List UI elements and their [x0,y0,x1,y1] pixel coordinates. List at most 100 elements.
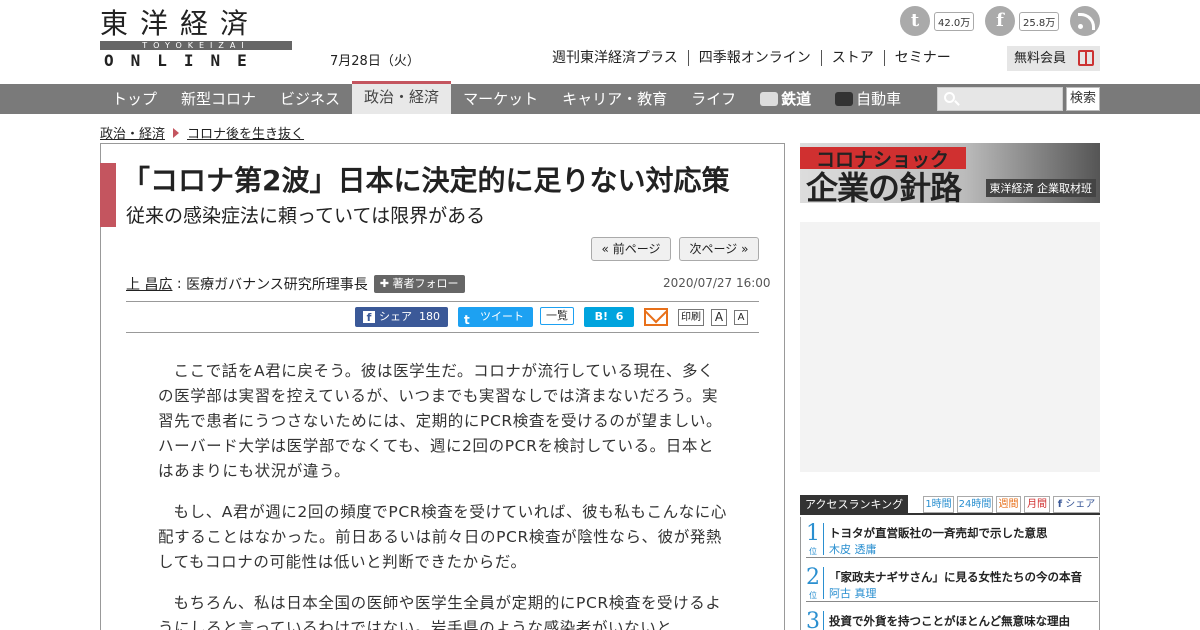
search-button[interactable]: 検索 [1066,87,1100,111]
nav-business[interactable]: ビジネス [268,84,352,114]
author-line: 上 昌広 : 医療ガバナンス研究所理事長 ✚ 著者フォロー [126,274,465,294]
ranking-tab-share[interactable]: f シェア [1053,496,1100,513]
ranking-tab-24h[interactable]: 24時間 [957,496,993,513]
prev-page-button[interactable]: « 前ページ [591,237,671,261]
site-logo[interactable]: 東洋経済 TOYOKEIZAI ONLINE [100,8,292,70]
facebook-icon: f [1057,499,1063,510]
ranking-divider [823,611,824,630]
tweet-list-link[interactable]: 一覧 [540,307,574,325]
twitter-bird-icon: t [464,313,470,327]
ranking-item[interactable]: 1 位 トヨタが直営販社の一斉売却で示した意思 木皮 透庸 [806,520,1098,558]
breadcrumb: 政治・経済 コロナ後を生き抜く [100,123,304,142]
article-subtitle: 従来の感染症法に頼っていては限界がある [126,205,486,227]
ranking-suffix: 位 [809,591,817,600]
nav-career[interactable]: キャリア・教育 [550,84,679,114]
ranking-tab-weekly[interactable]: 週間 [996,496,1021,513]
article-paragraph: ここで話をA君に戻そう。彼は医学生だ。コロナが流行している現在、多くの医学部は実… [158,362,723,480]
ranking-number: 2 [806,565,820,590]
author-role: 医療ガバナンス研究所理事長 [186,277,368,293]
next-page-button[interactable]: 次ページ » [679,237,759,261]
ranking-title: 投資で外貨を持つことがほとんど無意味な理由 [829,614,1071,628]
ranking-tab-monthly[interactable]: 月間 [1024,496,1050,513]
twitter-follow[interactable]: t 42.0万 [900,6,975,36]
ranking-label: アクセスランキング [800,495,909,515]
ranking-item[interactable]: 2 位 「家政夫ナギサさん」に見る女性たちの今の本音 阿古 真理 [806,564,1098,602]
facebook-follow[interactable]: f 25.8万 [985,6,1060,36]
search-input[interactable] [937,87,1063,111]
ranking-tab-share-label: シェア [1065,499,1096,510]
ranking-item[interactable]: 3 投資で外貨を持つことがほとんど無意味な理由 [806,608,1098,630]
nav-railway[interactable]: 鉄道 [748,84,823,114]
tweet-label: ツイート [480,310,524,323]
header-link-seminar[interactable]: セミナー [885,50,961,66]
nav-top[interactable]: トップ [100,84,169,114]
car-icon [835,92,854,106]
breadcrumb-arrow-icon [173,127,180,138]
ranking-number: 1 [806,521,820,546]
hatena-bookmark-button[interactable]: B! 6 [584,307,634,327]
font-size-large-button[interactable]: A [711,309,727,326]
title-accent-bar [100,163,116,227]
ranking-divider [823,567,824,599]
author-separator: : [172,276,187,292]
breadcrumb-series[interactable]: コロナ後を生き抜く [187,123,304,142]
print-button[interactable]: 印刷 [678,309,704,326]
series-banner[interactable]: コロナショック 企業の針路 東洋経済 企業取材班 [800,143,1100,203]
twitter-icon: t [900,6,930,36]
banner-caption: 東洋経済 企業取材班 [985,179,1096,197]
ranking-number: 3 [806,609,820,630]
twitter-count: 42.0万 [934,11,975,31]
author-follow-button[interactable]: ✚ 著者フォロー [373,275,465,293]
gift-icon [1078,50,1094,66]
logo-kanji: 東洋経済 [100,7,261,40]
divider [126,301,759,302]
article-paragraph: もちろん、私は日本全国の医師や医学生全員が定期的にPCR検査を受けるようにしろと… [158,594,722,630]
logo-romaji: TOYOKEIZAI [100,41,292,50]
facebook-share-label: シェア [379,310,412,323]
nav-life[interactable]: ライフ [679,84,748,114]
ranking-tab-1h[interactable]: 1時間 [923,496,954,513]
free-member-button[interactable]: 無料会員 [1007,46,1100,71]
header-link-shikiho[interactable]: 四季報オンライン [689,50,822,66]
ad-slot [800,222,1100,472]
nav-politics-economy[interactable]: 政治・経済 [352,81,452,114]
author-follow-label: 著者フォロー [392,277,459,290]
publish-date: 2020/07/27 16:00 [663,276,771,290]
header-links: 週刊東洋経済プラス 四季報オンライン ストア セミナー [542,50,961,66]
ranking-divider [823,523,824,555]
header-link-weekly-plus[interactable]: 週刊東洋経済プラス [542,50,689,66]
facebook-share-button[interactable]: f シェア 180 [355,307,448,327]
ranking-header: アクセスランキング 1時間 24時間 週間 月間 f シェア [800,495,1100,515]
ranking-author: 阿古 真理 [829,587,877,600]
search-icon [944,92,955,103]
article-paragraph: もし、A君が週に2回の頻度でPCR検査を受けていれば、彼も私もこんなに心配するこ… [158,503,728,571]
facebook-count: 25.8万 [1019,11,1060,31]
logo-online: ONLINE [104,51,264,70]
nav-railway-label: 鉄道 [781,90,812,108]
nav-corona[interactable]: 新型コロナ [169,84,268,114]
train-icon [760,92,779,106]
ranking-suffix: 位 [809,547,817,556]
breadcrumb-politics-economy[interactable]: 政治・経済 [100,123,165,142]
rss-icon[interactable] [1070,6,1100,36]
header-link-store[interactable]: ストア [822,50,885,66]
banner-main-title: 企業の針路 [806,169,962,203]
hatena-count: 6 [615,310,624,323]
article-body: ここで話をA君に戻そう。彼は医学生だ。コロナが流行している現在、多くの医学部は実… [158,359,728,630]
nav-automobile[interactable]: 自動車 [823,84,913,114]
ranking-title: 「家政夫ナギサさん」に見る女性たちの今の本音 [829,570,1082,584]
free-member-label: 無料会員 [1014,51,1067,66]
font-size-small-button[interactable]: A [734,310,748,325]
ranking-author: 木皮 透庸 [829,543,877,556]
facebook-icon: f [363,311,375,324]
divider [126,332,759,333]
nav-market[interactable]: マーケット [451,84,550,114]
nav-automobile-label: 自動車 [856,90,902,108]
author-name[interactable]: 上 昌広 [126,274,172,294]
header-date: 7月28日（火） [330,54,420,69]
mail-icon[interactable] [644,308,668,326]
hatena-label: B! [594,310,609,323]
facebook-icon: f [985,6,1015,36]
ranking-title: トヨタが直営販社の一斉売却で示した意思 [829,526,1048,540]
tweet-button[interactable]: t ツイート [458,307,533,327]
